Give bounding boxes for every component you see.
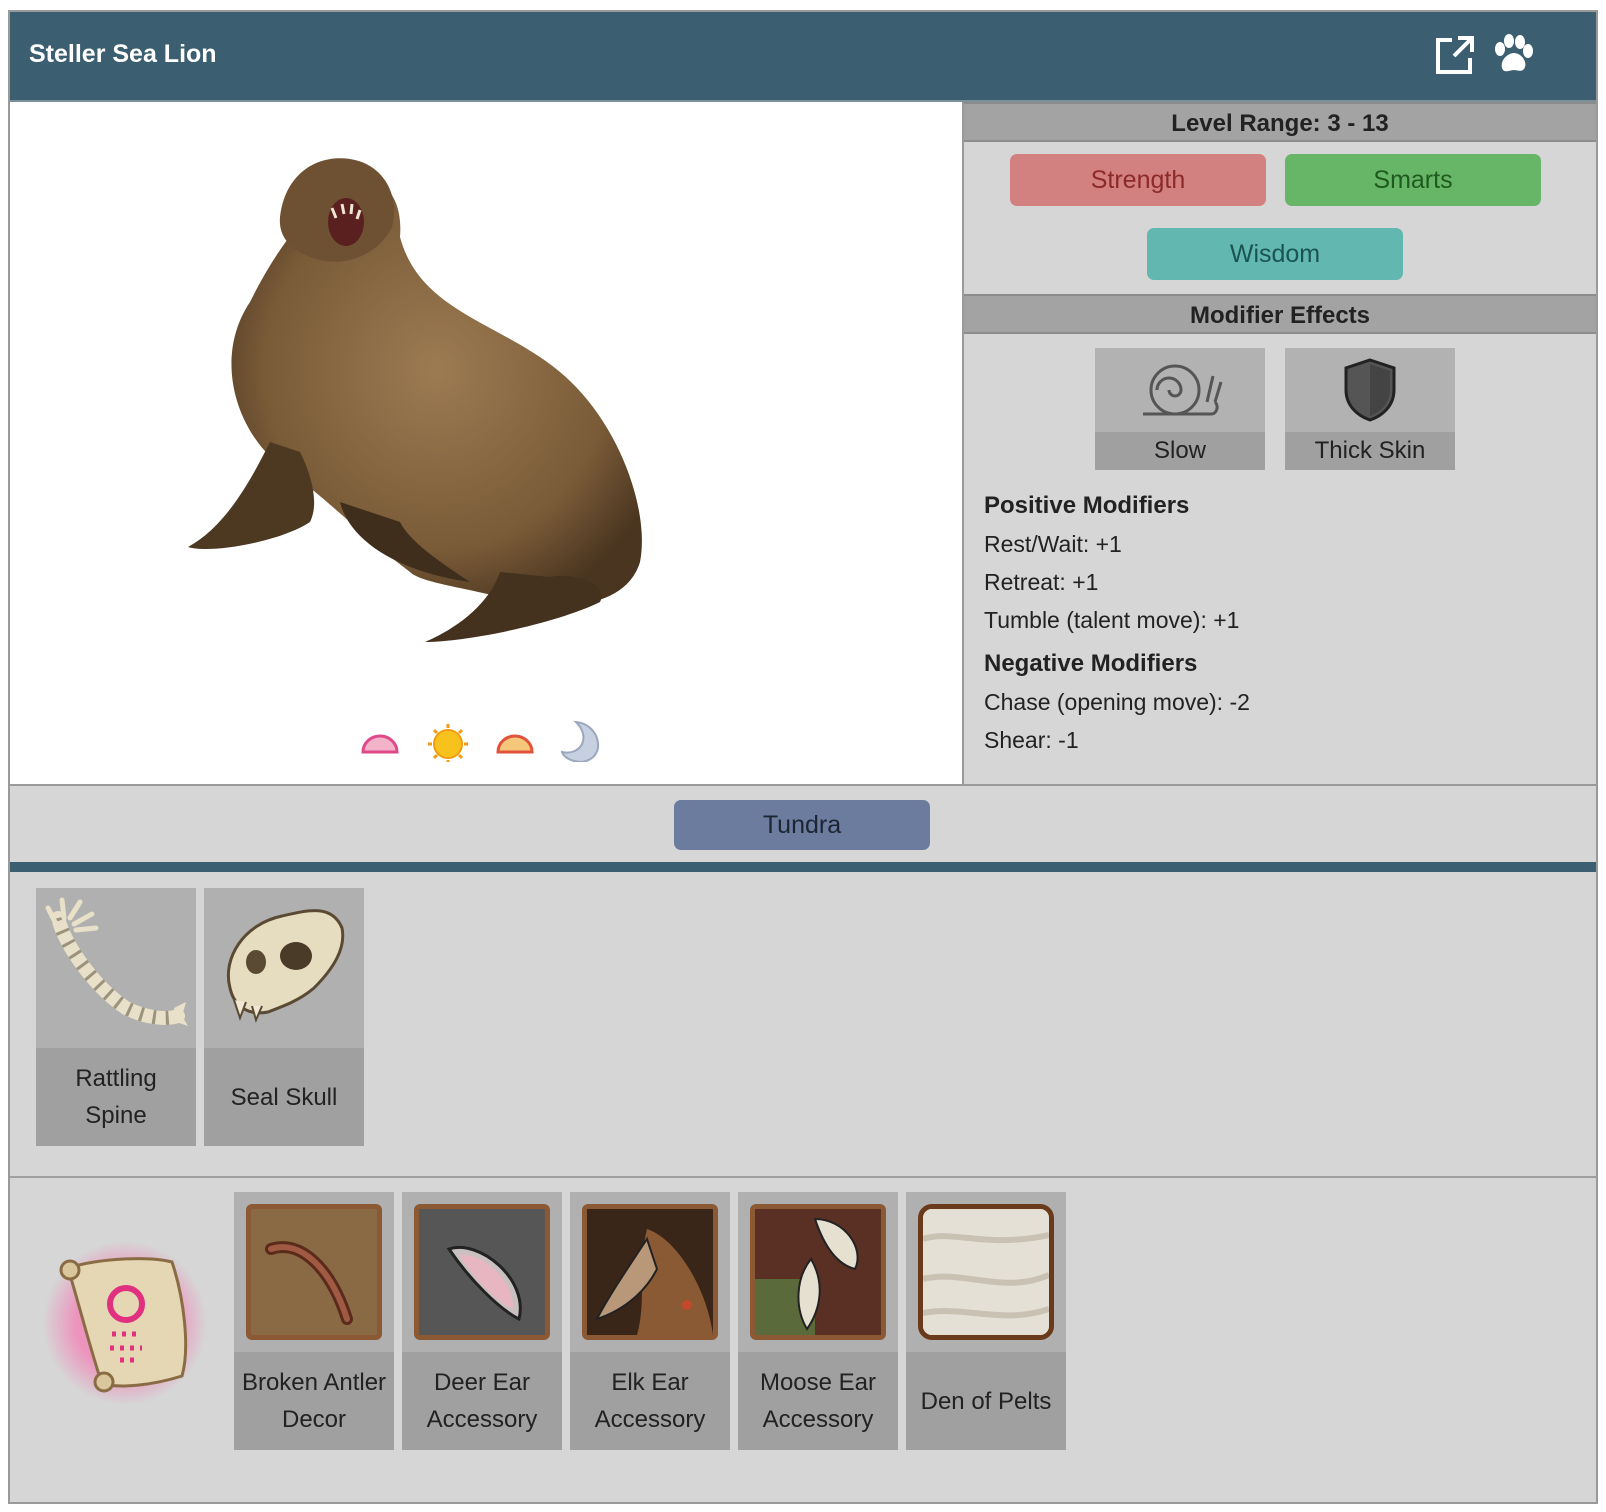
drop-label: Seal Skull: [204, 1048, 364, 1146]
page-title: Steller Sea Lion: [29, 40, 217, 68]
modifier-label-thick-skin: Thick Skin: [1285, 432, 1455, 470]
dusk-icon: [496, 734, 534, 754]
biome-row: Tundra: [10, 784, 1596, 864]
elk-ear-icon: [582, 1204, 718, 1340]
section-divider: [10, 862, 1596, 872]
reward-label: Moose Ear Accessory: [738, 1352, 898, 1450]
moose-ear-icon: [750, 1204, 886, 1340]
paw-icon[interactable]: [1490, 34, 1534, 78]
rewards-section: Broken Antler Decor Deer Ear Accessory E…: [10, 1178, 1596, 1502]
night-moon-icon: [560, 720, 600, 762]
reward-label: Den of Pelts: [906, 1352, 1066, 1450]
snail-icon: [1143, 364, 1223, 416]
deer-ear-icon: [414, 1204, 550, 1340]
external-link-icon[interactable]: [1432, 34, 1476, 78]
positive-modifier: Retreat: +1: [984, 569, 1099, 595]
negative-modifier: Shear: -1: [984, 727, 1079, 753]
animal-image-panel: [10, 102, 964, 784]
skull-icon: [227, 909, 345, 1023]
reward-label: Elk Ear Accessory: [570, 1352, 730, 1450]
modifier-tile-slow: Slow: [1095, 348, 1265, 470]
positive-modifier: Rest/Wait: +1: [984, 531, 1122, 557]
stat-strength: Strength: [1010, 154, 1266, 206]
reward-item-elk-ear-accessory[interactable]: Elk Ear Accessory: [570, 1192, 730, 1450]
reward-item-moose-ear-accessory[interactable]: Moose Ear Accessory: [738, 1192, 898, 1450]
animal-card: Steller Sea Lion Level Range: 3 - 13 Str…: [8, 10, 1598, 1504]
spine-icon: [45, 897, 188, 1026]
modifier-effects-heading: Modifier Effects: [964, 294, 1596, 334]
reward-item-deer-ear-accessory[interactable]: Deer Ear Accessory: [402, 1192, 562, 1450]
title-bar: Steller Sea Lion: [10, 12, 1596, 102]
reward-label: Deer Ear Accessory: [402, 1352, 562, 1450]
drop-item-rattling-spine[interactable]: Rattling Spine: [36, 888, 196, 1146]
stats-panel: Level Range: 3 - 13 Strength Smarts Wisd…: [964, 102, 1596, 784]
dawn-icon: [361, 734, 399, 754]
biome-badge-tundra[interactable]: Tundra: [674, 800, 930, 850]
scroll-icon[interactable]: [40, 1238, 210, 1408]
modifier-list: Positive Modifiers Rest/Wait: +1 Retreat…: [984, 492, 1250, 765]
positive-modifiers-heading: Positive Modifiers: [984, 492, 1190, 519]
antler-decor-icon: [246, 1204, 382, 1340]
negative-modifiers-heading: Negative Modifiers: [984, 650, 1198, 677]
modifier-label-slow: Slow: [1095, 432, 1265, 470]
drop-label: Rattling Spine: [36, 1048, 196, 1146]
time-of-day-icons: [361, 720, 600, 762]
day-sun-icon: [428, 724, 468, 762]
stat-wisdom: Wisdom: [1147, 228, 1403, 280]
reward-item-den-of-pelts[interactable]: Den of Pelts: [906, 1192, 1066, 1450]
reward-label: Broken Antler Decor: [234, 1352, 394, 1450]
negative-modifier: Chase (opening move): -2: [984, 689, 1250, 715]
shield-icon: [1344, 358, 1396, 422]
modifier-tile-thick-skin: Thick Skin: [1285, 348, 1455, 470]
reward-item-broken-antler-decor[interactable]: Broken Antler Decor: [234, 1192, 394, 1450]
drop-item-seal-skull[interactable]: Seal Skull: [204, 888, 364, 1146]
stat-smarts: Smarts: [1285, 154, 1541, 206]
positive-modifier: Tumble (talent move): +1: [984, 607, 1240, 633]
sea-lion-image: [188, 158, 642, 642]
drops-section: Rattling Spine Seal Skull: [10, 872, 1596, 1178]
pelts-icon: [918, 1204, 1054, 1340]
level-range: Level Range: 3 - 13: [964, 102, 1596, 142]
